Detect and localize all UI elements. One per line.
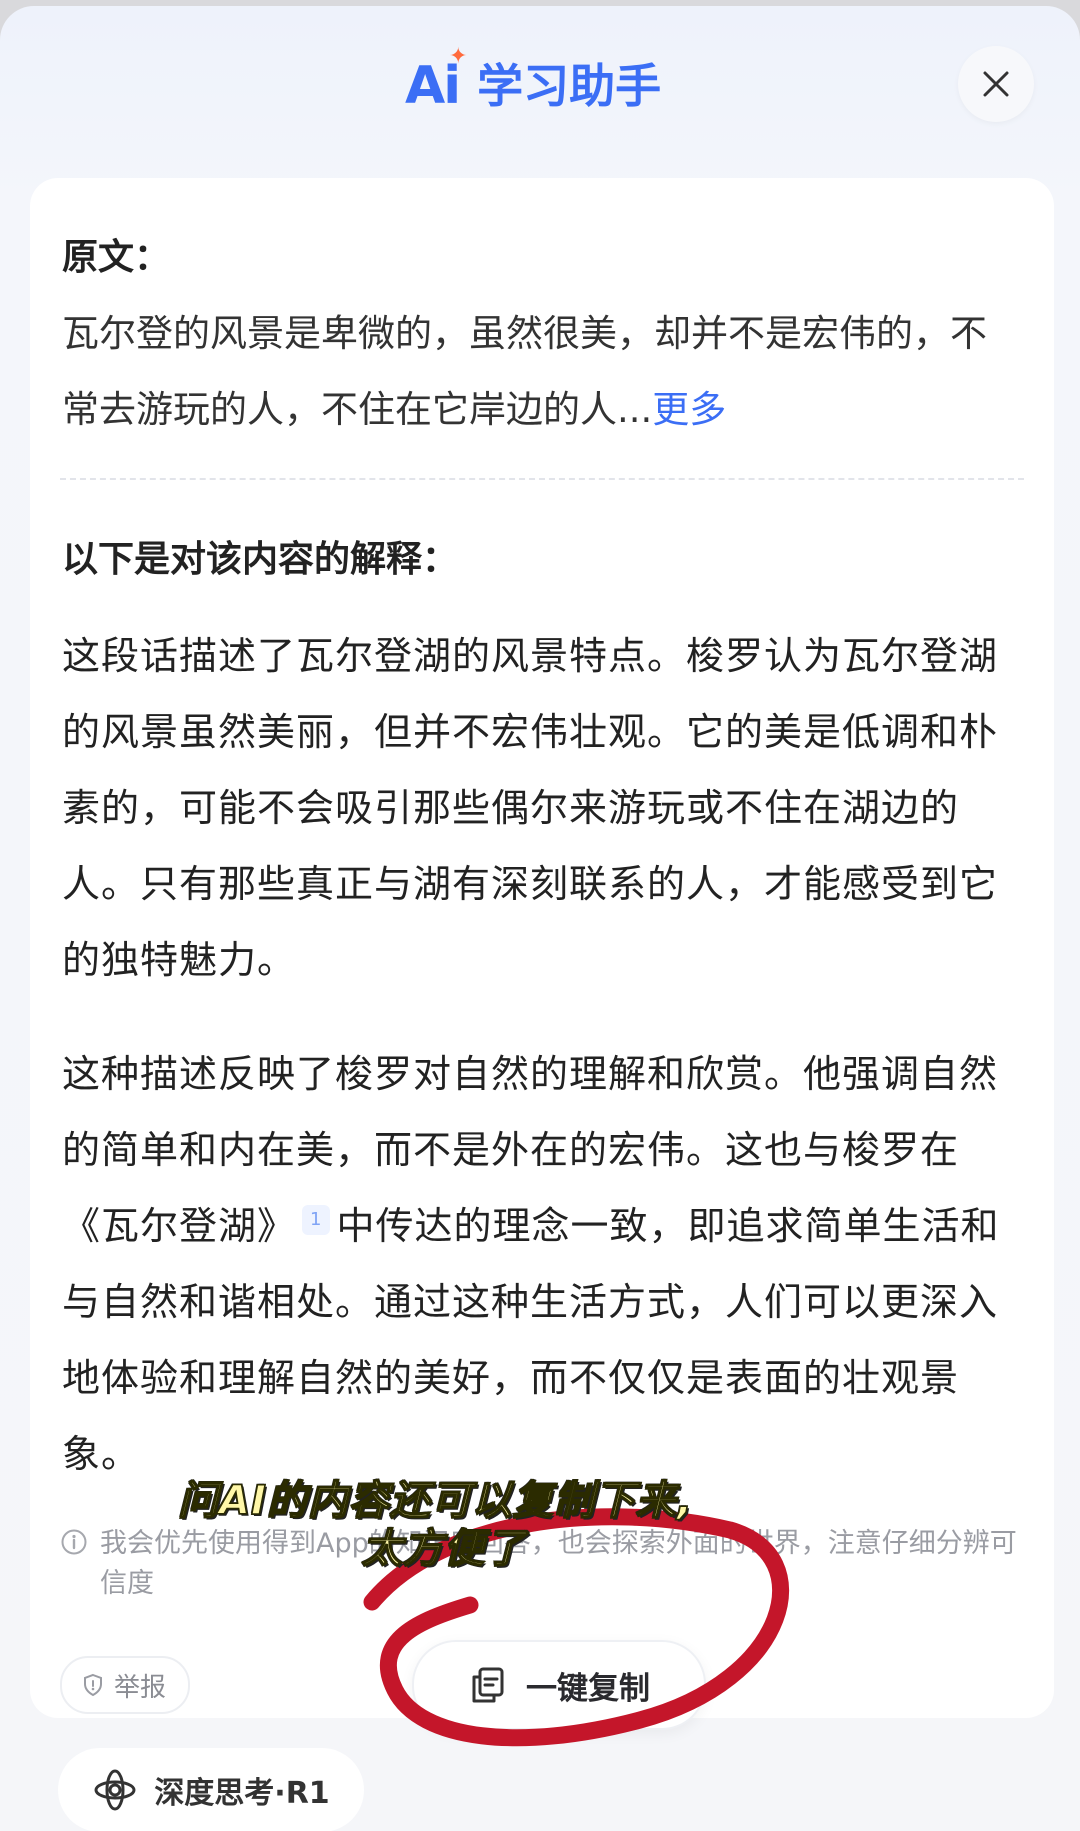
ai-logo: Ai ✦ (405, 46, 467, 113)
report-button[interactable]: 举报 (60, 1656, 191, 1714)
explanation-label: 以下是对该内容的解释： (62, 539, 459, 580)
explanation-paragraph-1: 这段话描述了瓦尔登湖的风景特点。梭罗认为瓦尔登湖的风景虽然美丽，但并不宏伟壮观。… (62, 634, 999, 982)
disclaimer-text: 我会优先使用得到App的知识库回答，也会探索外面的世界，注意仔细分辨可信度 (100, 1528, 1017, 1599)
original-label: 原文： (62, 237, 171, 278)
page-title: 学习助手 (477, 59, 662, 113)
overlay-caption-line-2: 太方便了 (361, 1525, 526, 1573)
header: Ai ✦ 学习助手 (0, 6, 1080, 156)
original-excerpt: 瓦尔登的风景是卑微的，虽然很美，却并不是宏伟的，不常去游玩的人，不住在它岸边的人… (62, 312, 987, 431)
sparkle-icon: ✦ (449, 44, 467, 69)
close-icon (983, 71, 1009, 97)
copy-label: 一键复制 (526, 1670, 650, 1707)
explanation-paragraph-2: 这种描述反映了梭罗对自然的理解和欣赏。他强调自然的简单和内在美，而不是外在的宏伟… (62, 1036, 1022, 1492)
copy-icon (472, 1667, 504, 1703)
more-link[interactable]: 更多 (652, 388, 726, 431)
divider (60, 478, 1024, 480)
deep-think-label: 深度思考·R1 (154, 1776, 330, 1811)
deep-think-toggle[interactable]: 深度思考·R1 (58, 1748, 364, 1831)
close-button[interactable] (958, 46, 1034, 122)
atom-icon (94, 1769, 136, 1811)
copy-all-button[interactable]: 一键复制 (412, 1640, 706, 1730)
header-title-group: Ai ✦ 学习助手 (405, 46, 661, 126)
info-icon (60, 1524, 100, 1604)
disclaimer: 我会优先使用得到App的知识库回答，也会探索外面的世界，注意仔细分辨可信度 (60, 1524, 1020, 1604)
assistant-sheet: Ai ✦ 学习助手 原文： 瓦尔登的风景是卑微的，虽然很美，却并不是宏伟的，不常… (0, 6, 1080, 1831)
report-label: 举报 (114, 1672, 167, 1703)
citation-badge[interactable]: 1 (302, 1205, 331, 1236)
shield-icon (84, 1673, 102, 1697)
original-text: 瓦尔登的风景是卑微的，虽然很美，却并不是宏伟的，不常去游玩的人，不住在它岸边的人… (62, 296, 1022, 448)
